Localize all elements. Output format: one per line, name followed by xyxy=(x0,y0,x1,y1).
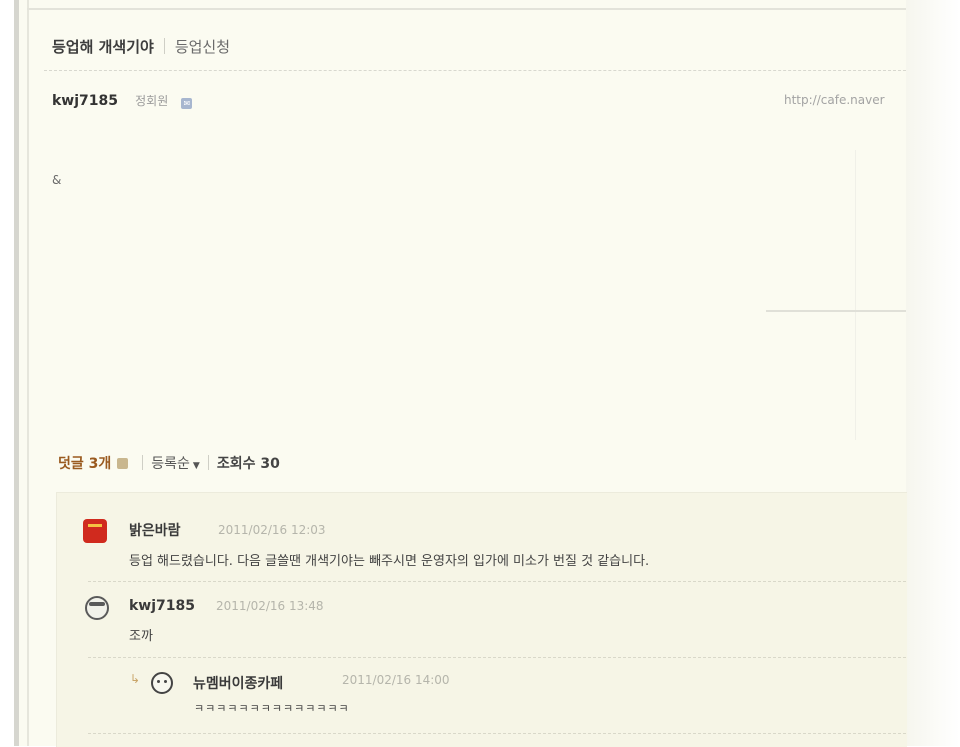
comment-author[interactable]: kwj7185 xyxy=(129,598,195,614)
content-divider xyxy=(855,150,856,440)
post-author-name[interactable]: kwj7185 xyxy=(52,93,118,109)
comment-text: 등업 해드렸습니다. 다음 글쓸땐 개색기야는 빼주시면 운영자의 입가에 미소… xyxy=(129,554,650,569)
top-border xyxy=(27,8,907,10)
comments-header: 덧글 3개 등록순 ▼ 조회수 30 xyxy=(58,453,280,473)
left-inner-border xyxy=(27,0,29,746)
header-divider xyxy=(142,455,144,470)
post-author-row: kwj7185 정회원 ✉ xyxy=(52,90,193,109)
avatar[interactable] xyxy=(151,672,173,694)
header-divider xyxy=(207,455,209,470)
comment-divider xyxy=(88,581,906,582)
post-title: 등업해 개색기야 xyxy=(52,38,154,56)
sort-order-dropdown[interactable]: 등록순 ▼ xyxy=(151,456,200,472)
post-title-row: 등업해 개색기야 등업신청 xyxy=(52,36,230,57)
content-rule xyxy=(766,310,906,312)
comment-author[interactable]: 뉴멤버이종카페 xyxy=(193,673,283,693)
reply-arrow-icon: ↳ xyxy=(130,672,141,686)
comment-divider xyxy=(88,733,906,734)
post-body: & xyxy=(52,173,62,187)
comment-count-link[interactable]: 덧글 3개 xyxy=(58,456,111,472)
post-url[interactable]: http://cafe.naver xyxy=(784,93,906,107)
comment-text: ㅋㅋㅋㅋㅋㅋㅋㅋㅋㅋㅋㅋㅋㅋ xyxy=(194,702,350,715)
comment-date: 2011/02/16 13:48 xyxy=(216,599,324,613)
post-category-link[interactable]: 등업신청 xyxy=(175,38,230,56)
comment-date: 2011/02/16 12:03 xyxy=(218,523,326,537)
comment-author[interactable]: 밝은바람 xyxy=(129,520,181,540)
comment-icon xyxy=(117,458,129,469)
title-divider xyxy=(163,38,165,54)
sort-label: 등록순 xyxy=(151,456,190,472)
view-count: 조회수 30 xyxy=(216,456,280,472)
chevron-down-icon: ▼ xyxy=(192,461,200,471)
comment-list xyxy=(56,492,907,747)
note-icon[interactable]: ✉ xyxy=(181,98,193,109)
post-author-grade: 정회원 xyxy=(135,94,169,108)
right-edge xyxy=(906,0,960,746)
left-border xyxy=(14,0,19,746)
comment-date: 2011/02/16 14:00 xyxy=(342,673,450,687)
avatar[interactable] xyxy=(83,519,107,543)
title-divider-line xyxy=(44,70,906,71)
comment-divider xyxy=(88,657,906,658)
comment-text: 조까 xyxy=(129,629,153,644)
avatar[interactable] xyxy=(85,596,109,620)
